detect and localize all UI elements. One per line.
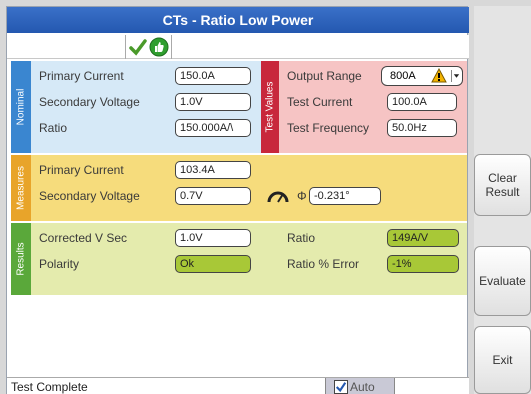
test-frequency-field[interactable]: 50.0Hz xyxy=(387,119,457,137)
toolbar-separator xyxy=(125,35,126,59)
main-window: CTs - Ratio Low Power Nominal Primary Cu… xyxy=(6,6,469,394)
results-ratio-field[interactable]: 149A/V xyxy=(387,229,459,247)
status-text: Test Complete xyxy=(11,380,88,394)
status-bar: Test Complete Auto xyxy=(7,377,469,394)
measures-primary-current-label: Primary Current xyxy=(39,163,124,177)
polarity-field[interactable]: Ok xyxy=(175,255,251,273)
output-range-label: Output Range xyxy=(287,69,362,83)
results-ratio-label: Ratio xyxy=(287,231,316,245)
measures-secondary-voltage-label: Secondary Voltage xyxy=(39,189,140,203)
nominal-secondary-voltage-label: Secondary Voltage xyxy=(39,95,140,109)
nominal-section: Nominal Primary Current 150.0A Secondary… xyxy=(11,61,467,153)
check-icon[interactable] xyxy=(129,38,147,56)
measures-secondary-voltage-field[interactable]: 0.7V xyxy=(175,187,251,205)
nominal-secondary-voltage-field[interactable]: 1.0V xyxy=(175,93,251,111)
evaluate-button[interactable]: Evaluate xyxy=(474,246,531,316)
auto-label: Auto xyxy=(350,380,375,394)
nominal-primary-current-field[interactable]: 150.0A xyxy=(175,67,251,85)
nominal-primary-current-label: Primary Current xyxy=(39,69,124,83)
thumbs-up-icon[interactable] xyxy=(149,37,169,57)
exit-button[interactable]: Exit xyxy=(474,326,531,394)
nominal-tab: Nominal xyxy=(11,61,31,153)
polarity-label: Polarity xyxy=(39,257,80,271)
phase-symbol: Φ xyxy=(297,189,307,203)
nominal-ratio-label: Ratio xyxy=(39,121,68,135)
results-section: Results Corrected V Sec 1.0V Polarity Ok… xyxy=(11,223,467,295)
side-panel: Clear Result Evaluate Exit xyxy=(474,6,531,394)
ratio-error-field[interactable]: -1% xyxy=(387,255,459,273)
test-frequency-label: Test Frequency xyxy=(287,121,370,135)
toolbar-separator xyxy=(171,35,172,59)
measures-tab: Measures xyxy=(11,155,31,221)
measures-section: Measures Primary Current 103.4A Secondar… xyxy=(11,155,467,221)
test-values-tab: Test Values xyxy=(261,61,279,153)
test-current-field[interactable]: 100.0A xyxy=(387,93,457,111)
warning-icon xyxy=(431,68,447,83)
toolbar xyxy=(7,35,469,59)
window-title: CTs - Ratio Low Power xyxy=(7,7,469,33)
corrected-v-sec-label: Corrected V Sec xyxy=(39,231,128,245)
auto-toggle[interactable]: Auto xyxy=(325,378,395,394)
gauge-icon xyxy=(267,191,289,203)
results-tab: Results xyxy=(11,223,31,295)
clear-result-button[interactable]: Clear Result xyxy=(474,154,531,216)
checkbox-icon[interactable] xyxy=(334,380,348,394)
ratio-error-label: Ratio % Error xyxy=(287,257,360,271)
output-range-value: 800A xyxy=(390,70,416,82)
measures-primary-current-field[interactable]: 103.4A xyxy=(175,161,251,179)
dropdown-arrow-icon[interactable] xyxy=(451,70,461,82)
corrected-v-sec-field[interactable]: 1.0V xyxy=(175,229,251,247)
nominal-ratio-field[interactable]: 150.000A/\ xyxy=(175,119,251,137)
phase-angle-field[interactable]: -0.231° xyxy=(309,187,381,205)
test-current-label: Test Current xyxy=(287,95,353,109)
